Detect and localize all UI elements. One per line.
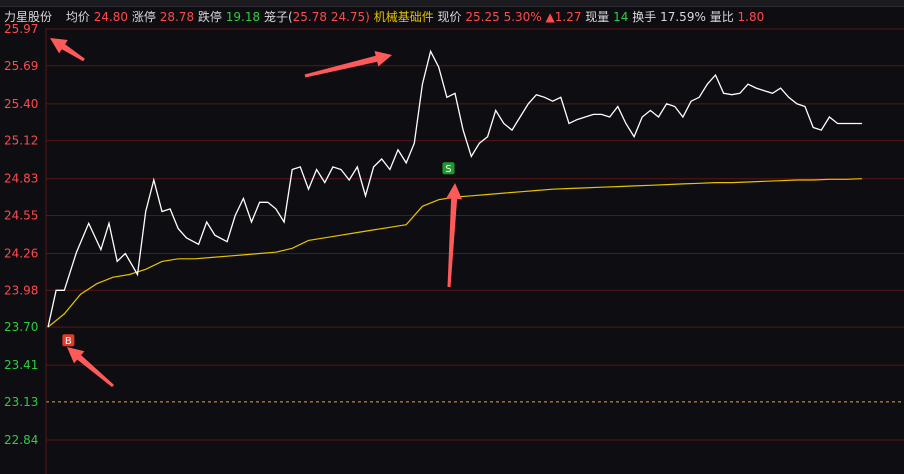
y-tick-label: 25.69 xyxy=(4,59,38,73)
arrow-to-peak xyxy=(304,51,392,78)
y-tick-label: 23.41 xyxy=(4,358,38,372)
svg-text:S: S xyxy=(445,164,451,175)
y-tick-label: 23.70 xyxy=(4,320,38,334)
y-tick-label: 25.12 xyxy=(4,134,38,148)
y-tick-label: 24.83 xyxy=(4,172,38,186)
trade-markers: BS xyxy=(62,162,455,347)
y-tick-label: 25.97 xyxy=(4,22,38,36)
intraday-chart[interactable]: 25.97 25.69 25.40 25.12 24.83 24.55 24.26 23.98… xyxy=(0,0,904,474)
y-tick-label: 24.55 xyxy=(4,208,38,222)
arrow-to-buy-marker xyxy=(67,347,114,388)
arrow-to-top-tick xyxy=(50,38,85,62)
y-tick-label: 25.40 xyxy=(4,97,38,111)
buy-marker[interactable]: B xyxy=(62,334,75,347)
svg-text:B: B xyxy=(65,336,72,347)
sell-marker[interactable]: S xyxy=(442,162,455,175)
arrow-to-sell-marker xyxy=(446,183,463,288)
price-grid xyxy=(46,28,904,441)
y-tick-label: 22.84 xyxy=(4,433,38,447)
y-tick-label: 24.26 xyxy=(4,247,38,261)
y-tick-label: 23.13 xyxy=(4,395,38,409)
y-axis-labels: 25.97 25.69 25.40 25.12 24.83 24.55 24.26 23.98… xyxy=(4,22,38,447)
y-tick-label: 23.98 xyxy=(4,283,38,297)
